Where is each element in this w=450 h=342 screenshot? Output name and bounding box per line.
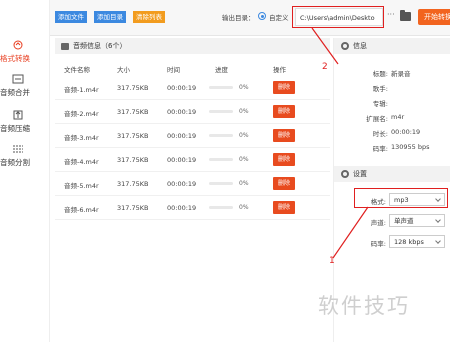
watermark: 软件技巧 <box>318 294 410 318</box>
annotation-1: 1 <box>329 256 335 266</box>
annotation-2: 2 <box>322 62 328 72</box>
